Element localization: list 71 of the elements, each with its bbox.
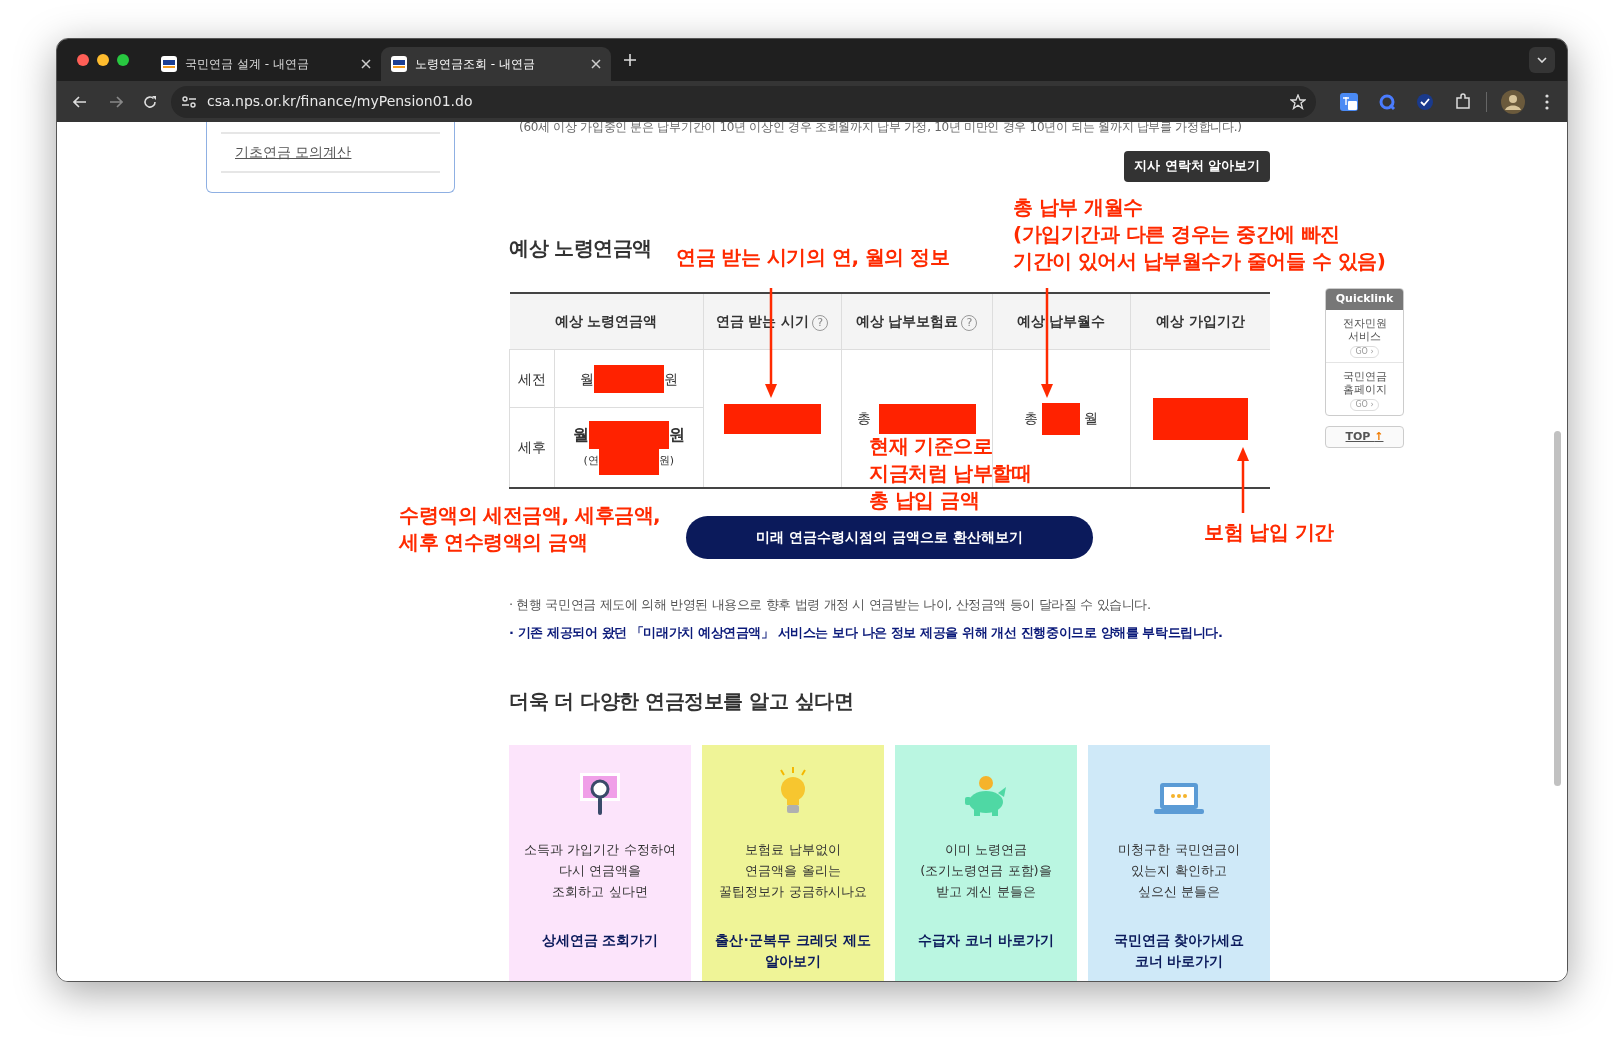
unit-label: 월 xyxy=(1084,409,1098,429)
card-link[interactable]: 상세연금 조회가기 xyxy=(541,929,659,951)
chevron-down-icon[interactable] xyxy=(1537,57,1547,63)
site-favicon-icon xyxy=(161,56,177,72)
unit-label: 월 xyxy=(579,369,594,389)
note-text: · 기존 제공되어 왔던 「미래가치 예상연금액」 서비스는 보다 나은 정보 제공을 위해 개선 진행중이므로 양해를 부탁드립니다. xyxy=(509,623,1224,642)
unit-label: 월 xyxy=(572,423,589,446)
avatar-icon[interactable] xyxy=(1501,89,1525,114)
card-description: 보험료 납부없이 연금액을 올리는 꿀팁정보가 궁금하시나요 xyxy=(718,840,868,901)
note-text: (60세 이상 가입중인 분은 납부기간이 10년 이상인 경우 조회월까지 납부 가정, 10년 미만인 경우 10년이 되는 월까지 납부를 가정합니다.) xyxy=(519,122,1243,134)
card-link[interactable]: 국민연금 찾아가세요 코너 바로가기 xyxy=(1113,929,1245,972)
laptop-icon xyxy=(1153,780,1205,817)
unit-label: 총 xyxy=(857,409,871,429)
card-description: 이미 노령연금 (조기노령연금 포함)을 받고 계신 분들은 xyxy=(919,840,1053,901)
convert-button[interactable]: 미래 연금수령시점의 금액으로 환산해보기 xyxy=(686,515,1093,559)
new-tab-icon[interactable] xyxy=(623,53,637,67)
contact-button[interactable]: 지사 연락처 알아보기 xyxy=(1124,151,1270,182)
more-menu-icon[interactable] xyxy=(1545,93,1549,110)
card-link[interactable]: 출산·군복무 크레딧 제도 알아보기 xyxy=(715,929,871,972)
tab-title: 국민연금 설계 - 내연금 xyxy=(185,56,310,73)
column-header: 예상 납부보험료 ? xyxy=(841,292,992,350)
site-favicon-icon xyxy=(391,56,407,72)
unit-label: 원 xyxy=(668,423,685,446)
site-settings-icon[interactable] xyxy=(181,94,197,109)
unit-label: (연 xyxy=(583,453,599,470)
puzzle-icon[interactable] xyxy=(1454,92,1472,111)
section-title: 더욱 더 다양한 연금정보를 알고 싶다면 xyxy=(509,688,855,713)
tab-title: 노령연금조회 - 내연금 xyxy=(415,56,536,73)
row-label: 세전 xyxy=(509,349,555,408)
annotation-text: 보험 납입 기간 xyxy=(1204,519,1334,546)
section-title: 예상 노령연금액 xyxy=(509,235,652,260)
unit-label: 원 xyxy=(663,369,678,389)
unit-label: 총 xyxy=(1024,409,1038,429)
card-link[interactable]: 수급자 코너 바로가기 xyxy=(918,929,1054,951)
row-label: 세후 xyxy=(509,407,555,488)
translate-icon[interactable] xyxy=(1340,92,1358,111)
tab-search-button[interactable] xyxy=(1529,47,1555,73)
zoom-window-button[interactable] xyxy=(117,54,129,66)
browser-tab[interactable]: 국민연금 설계 - 내연금 xyxy=(151,47,381,81)
ring-icon[interactable] xyxy=(1378,92,1396,111)
reload-icon[interactable] xyxy=(143,94,157,109)
sidebar-link[interactable]: 기초연금 모의계산 xyxy=(221,134,440,173)
close-icon[interactable] xyxy=(361,59,371,69)
quicklink-title: Quicklink xyxy=(1326,289,1403,310)
close-icon[interactable] xyxy=(591,59,601,69)
annotation-arrow xyxy=(1237,447,1249,513)
annotation-text: 수령액의 세전금액, 세후금액, 세후 연수령액의 금액 xyxy=(399,502,661,556)
close-window-button[interactable] xyxy=(77,54,89,66)
column-header: 예상 납부월수 xyxy=(992,292,1130,350)
check-badge-icon[interactable] xyxy=(1416,92,1434,111)
back-arrow-icon[interactable] xyxy=(73,95,87,108)
note-text: · 현행 국민연금 제도에 의해 반영된 내용으로 향후 법령 개정 시 연금받는 나이, 산정금액 등이 달라질 수 있습니다. xyxy=(509,595,1152,614)
card-description: 소득과 가입기간 수정하여 다시 연금액을 조회하고 싶다면 xyxy=(523,840,677,901)
address-bar[interactable]: csa.nps.or.kr/finance/myPension01.do xyxy=(171,85,1316,118)
annotation-text: 연금 받는 시기의 연, 월의 정보 xyxy=(676,244,950,271)
magnifier-icon xyxy=(578,770,622,817)
star-icon[interactable] xyxy=(1290,93,1306,110)
unit-label: 원) xyxy=(658,453,675,470)
column-header: 예상 노령연금액 xyxy=(509,292,703,350)
column-header: 예상 가입기간 xyxy=(1130,292,1270,350)
url-text: csa.nps.or.kr/finance/myPension01.do xyxy=(207,92,474,111)
quicklink-label: 전자민원 서비스 xyxy=(1341,316,1388,343)
annotation-text: 현재 기준으로 지금처럼 납부할때 총 납입 금액 xyxy=(869,433,1032,514)
annotation-text: 총 납부 개월수 (가입기간과 다른 경우는 중간에 빠진 기간이 있어서 납부월수가 줄어들 수 있음) xyxy=(1013,194,1386,275)
card-description: 미청구한 국민연금이 있는지 확인하고 싶으신 분들은 xyxy=(1117,840,1241,901)
browser-tab[interactable]: 노령연금조회 - 내연금 xyxy=(381,47,611,81)
forward-arrow-icon[interactable] xyxy=(109,95,123,108)
scrollbar-thumb[interactable] xyxy=(1554,431,1561,786)
top-button[interactable]: TOP ↑ xyxy=(1325,425,1404,448)
quicklink-label: 국민연금 홈페이지 xyxy=(1341,369,1388,396)
minimize-window-button[interactable] xyxy=(97,54,109,66)
